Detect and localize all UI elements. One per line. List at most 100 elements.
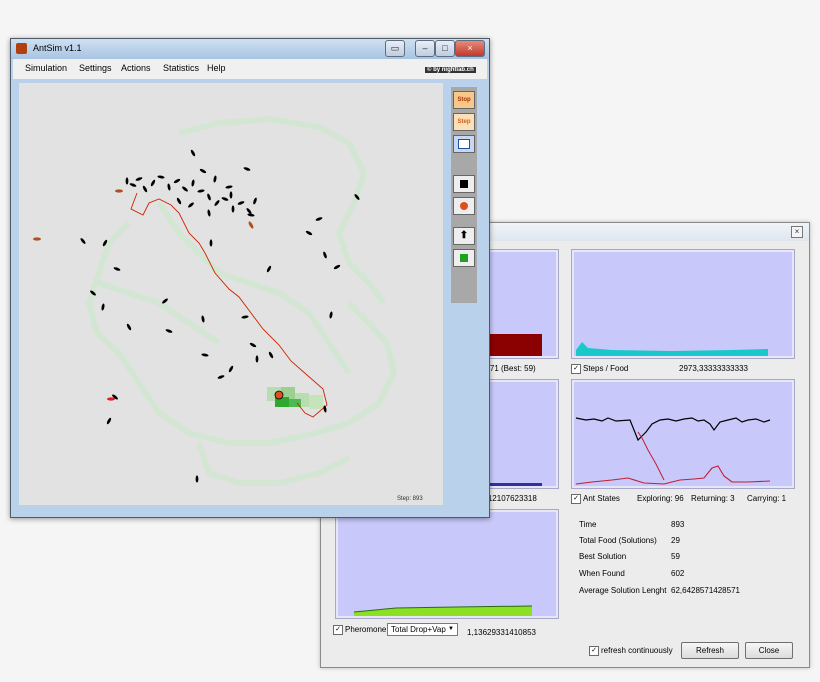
minimize-button[interactable]: – xyxy=(415,40,435,57)
restore-button[interactable]: ▭ xyxy=(385,40,405,57)
ant xyxy=(247,213,255,217)
credit-label: © by nightlab.ch xyxy=(425,67,476,73)
carrying-ant xyxy=(107,397,115,401)
chart-panel-pheromone xyxy=(335,509,559,619)
ant xyxy=(214,200,220,206)
ant xyxy=(228,365,234,373)
steps-food-area xyxy=(576,342,768,356)
ant xyxy=(150,179,156,187)
returning-line xyxy=(637,431,665,481)
steps-food-checkbox[interactable]: ✓ xyxy=(571,364,581,374)
ant xyxy=(268,351,274,359)
ant xyxy=(199,168,207,174)
ant xyxy=(315,217,323,221)
obstacle-tool-icon[interactable] xyxy=(453,175,475,193)
ant xyxy=(333,264,341,270)
statistics-window-icon[interactable] xyxy=(453,135,475,153)
exploring-count: Exploring: 96 xyxy=(637,494,684,503)
ant xyxy=(241,315,249,319)
ant xyxy=(167,183,171,191)
menu-help[interactable]: Help xyxy=(207,63,226,73)
ant xyxy=(207,209,211,217)
solution-length-bar xyxy=(490,334,542,356)
step-counter: Step: 893 xyxy=(397,496,423,502)
refresh-continuously-label: refresh continuously xyxy=(601,646,673,655)
carrying-ant xyxy=(248,221,254,229)
chart-panel-steps-food xyxy=(571,249,795,359)
ant xyxy=(197,189,205,193)
ant xyxy=(323,251,327,259)
ant xyxy=(253,197,257,205)
ant xyxy=(126,323,132,331)
ant xyxy=(249,342,257,348)
close-button[interactable]: Close xyxy=(745,642,793,659)
pheromone-select[interactable]: Total Drop+Vap ▼ xyxy=(387,623,458,636)
info-value-average-length: 62,6428571428571 xyxy=(671,586,740,595)
ant xyxy=(101,303,105,311)
nest-tool-icon[interactable] xyxy=(453,197,475,215)
info-label-when-found: When Found xyxy=(579,569,625,578)
ant xyxy=(113,267,121,271)
close-icon[interactable]: × xyxy=(791,226,803,238)
carrying-ant xyxy=(33,237,41,241)
ant xyxy=(207,193,211,201)
ant xyxy=(323,405,327,413)
ant xyxy=(255,355,259,363)
ant xyxy=(80,238,86,244)
ant xyxy=(191,179,195,187)
steps-food-label: Steps / Food xyxy=(583,364,629,373)
pheromone-value: 1,13629331410853 xyxy=(467,628,536,637)
ant-states-label: Ant States xyxy=(583,494,620,503)
ant xyxy=(213,175,217,183)
antsim-window: AntSim v1.1 ▭ – □ × Simulation Settings … xyxy=(10,38,490,518)
ant xyxy=(201,353,209,357)
ant xyxy=(182,186,188,192)
stop-button[interactable]: Stop xyxy=(453,91,475,109)
pheromone-label: Pheromone xyxy=(345,625,387,634)
close-window-button[interactable]: × xyxy=(455,40,485,57)
window-title: AntSim v1.1 xyxy=(33,43,82,53)
menu-actions[interactable]: Actions xyxy=(121,63,151,73)
pheromone-checkbox[interactable]: ✓ xyxy=(333,625,343,635)
menu-statistics[interactable]: Statistics xyxy=(163,63,199,73)
info-label-best-solution: Best Solution xyxy=(579,552,627,561)
carrying-ant xyxy=(115,189,123,193)
step-button[interactable]: Step xyxy=(453,113,475,131)
carrying-count: Carrying: 1 xyxy=(747,494,787,503)
refresh-button[interactable]: Refresh xyxy=(681,642,739,659)
menu-simulation[interactable]: Simulation xyxy=(25,63,67,73)
ant xyxy=(195,475,199,483)
middle-left-value: 112107623318 xyxy=(484,494,537,503)
ant xyxy=(173,178,181,184)
menu-settings[interactable]: Settings xyxy=(79,63,112,73)
returning-count: Returning: 3 xyxy=(691,494,735,503)
menu-bar: Simulation Settings Actions Statistics H… xyxy=(13,59,487,79)
refresh-continuously-checkbox[interactable]: ✓ xyxy=(589,646,599,656)
ant xyxy=(190,149,196,157)
ant xyxy=(209,239,213,247)
ant xyxy=(162,298,168,304)
ant xyxy=(176,197,182,205)
carrying-line xyxy=(575,465,771,485)
ant xyxy=(229,191,233,199)
ant-tool-icon[interactable]: ⬆ xyxy=(453,227,475,245)
middle-left-bar xyxy=(490,483,542,486)
info-value-when-found: 602 xyxy=(671,569,685,578)
ant xyxy=(329,311,333,319)
info-label-total-food: Total Food (Solutions) xyxy=(579,536,657,545)
ant xyxy=(237,201,245,205)
simulation-view: Step: 893 xyxy=(33,116,423,502)
chart-panel-ant-states xyxy=(571,379,795,489)
info-value-best-solution: 59 xyxy=(671,552,680,561)
simulation-canvas[interactable]: Step: 893 xyxy=(19,83,443,505)
ant-states-checkbox[interactable]: ✓ xyxy=(571,494,581,504)
ant xyxy=(157,175,165,179)
info-value-total-food: 29 xyxy=(671,536,680,545)
ant xyxy=(217,375,225,379)
ant xyxy=(188,202,194,208)
food-tool-icon[interactable] xyxy=(453,249,475,267)
ant xyxy=(305,230,313,236)
nest-marker xyxy=(274,390,284,400)
maximize-button[interactable]: □ xyxy=(435,40,455,57)
ant xyxy=(231,205,235,213)
